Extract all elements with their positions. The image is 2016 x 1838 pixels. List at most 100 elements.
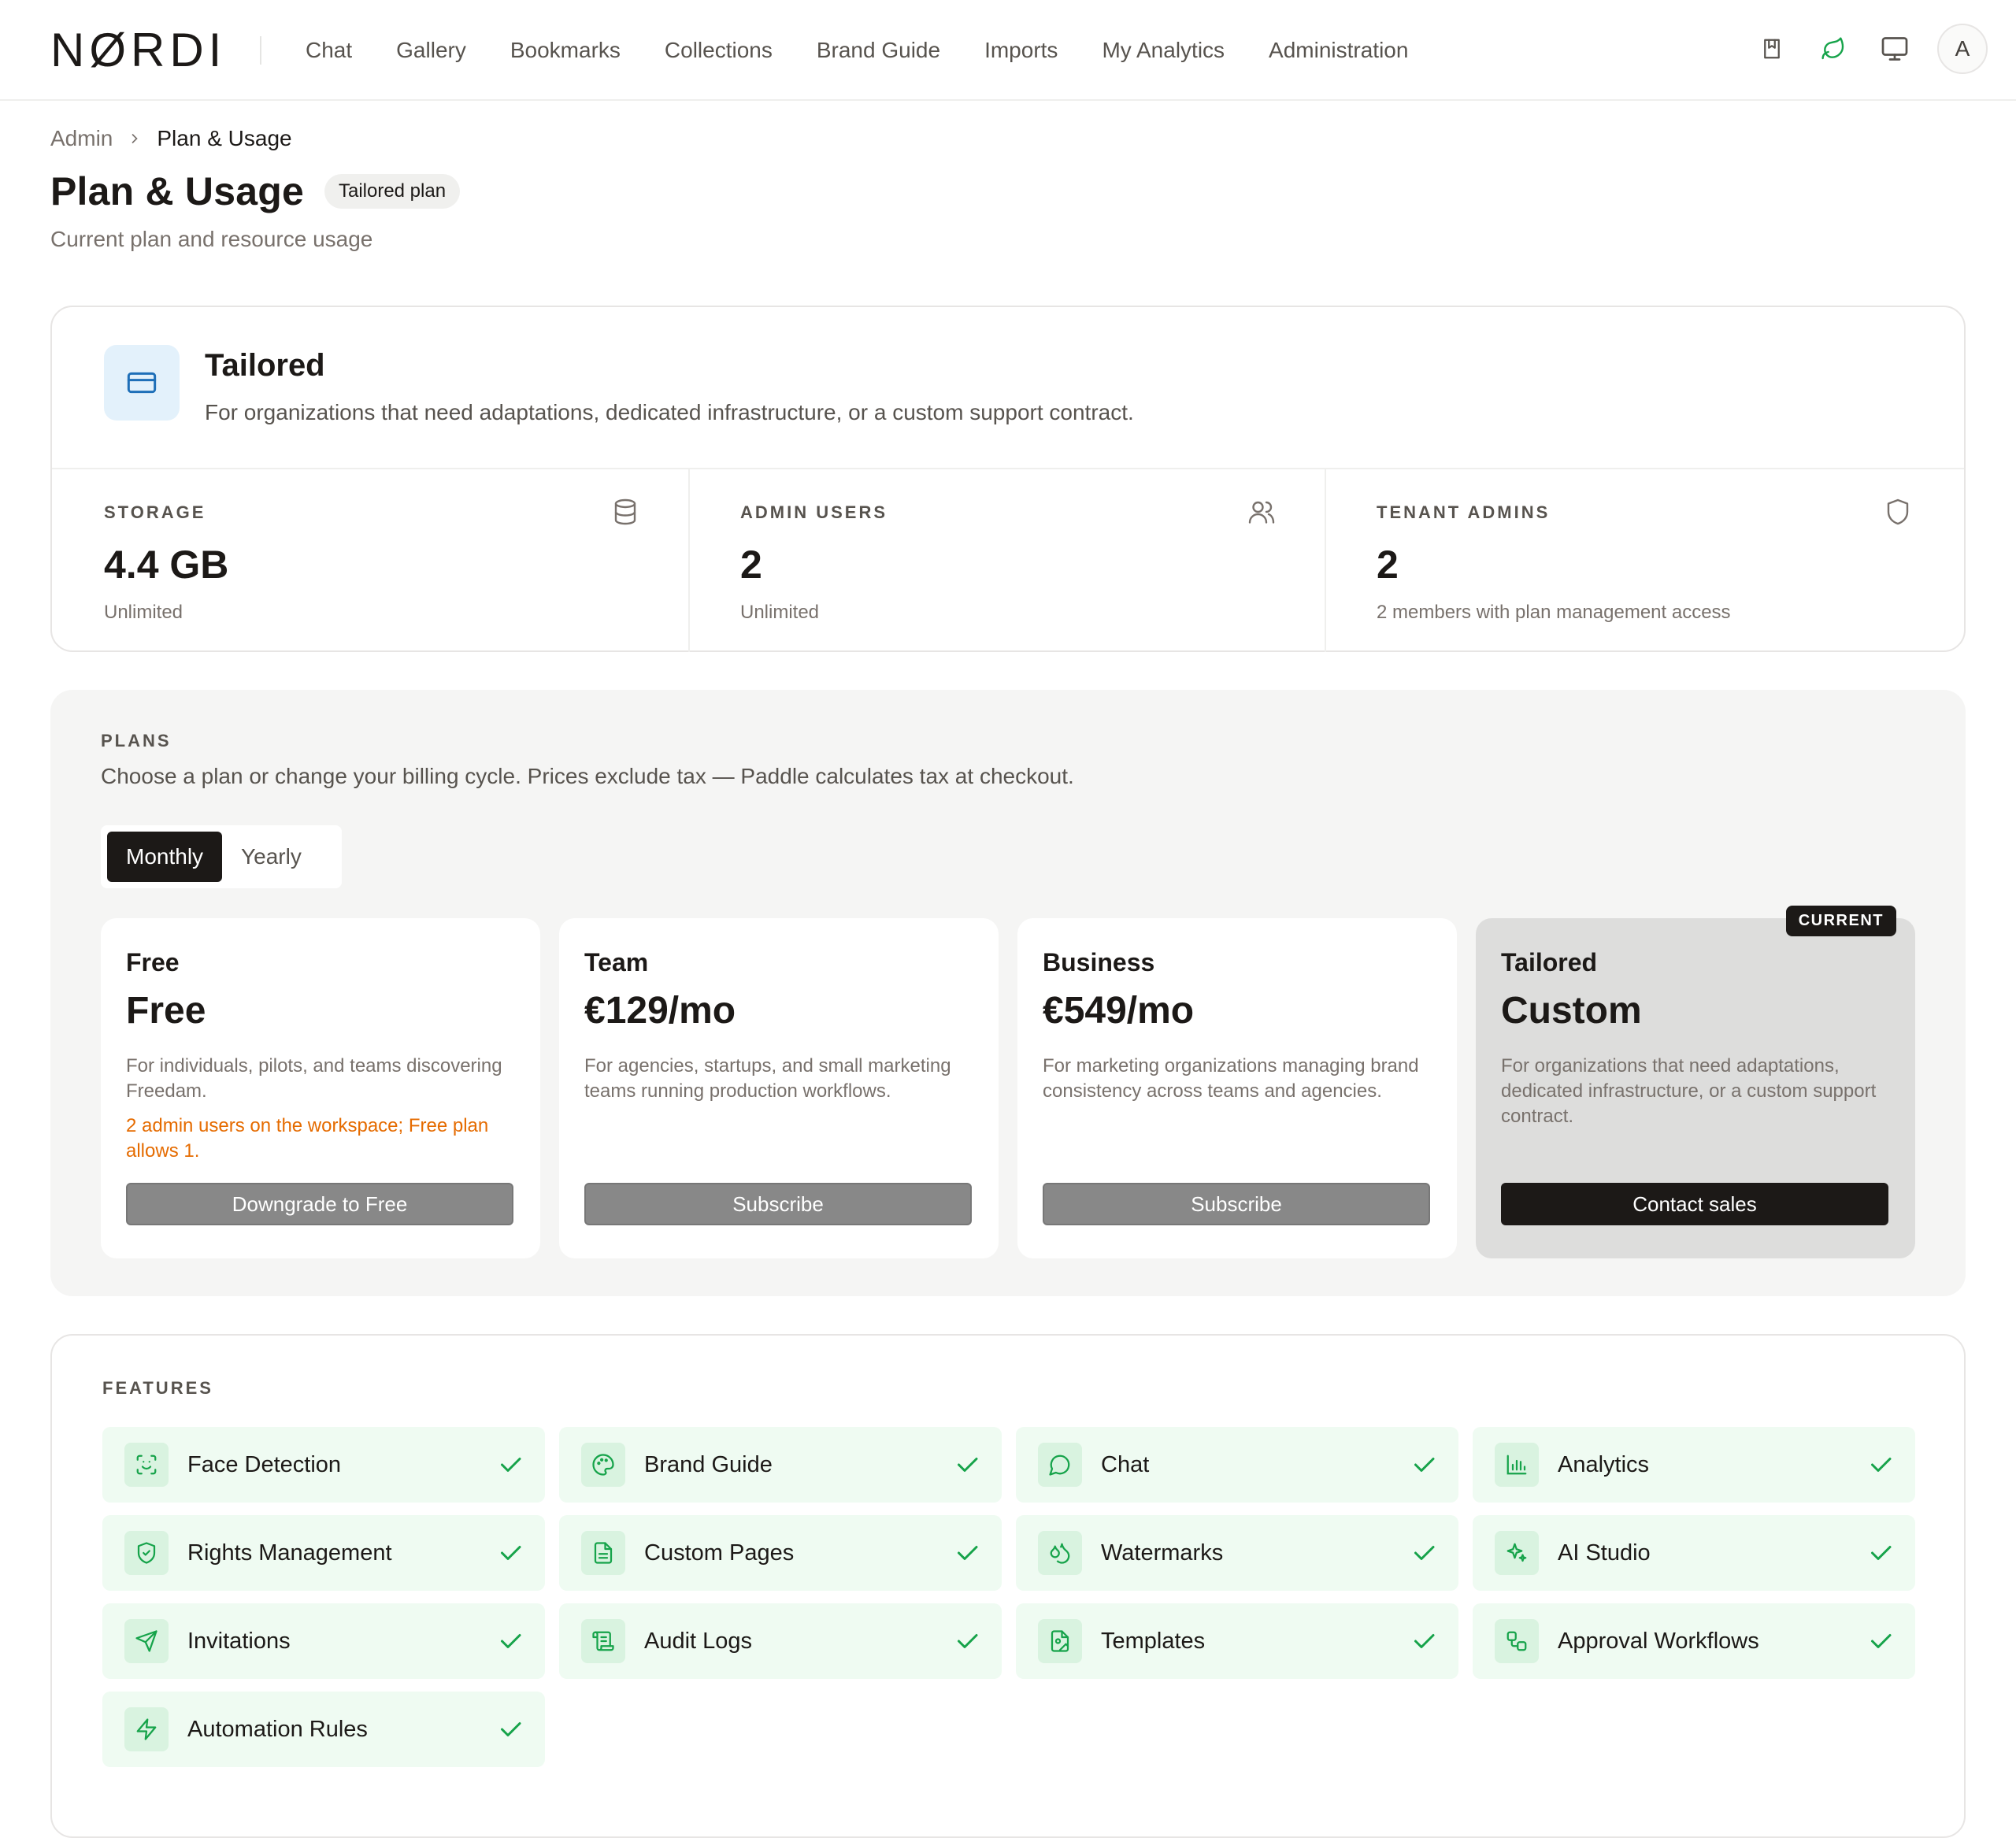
stat-tenant-admins: TENANT ADMINS 2 2 members with plan mana… xyxy=(1325,469,1961,652)
stat-label: TENANT ADMINS xyxy=(1377,502,1551,522)
feature-label: Face Detection xyxy=(187,1451,342,1477)
monitor-icon[interactable] xyxy=(1870,24,1920,74)
plan-name: Team xyxy=(584,948,649,976)
nav-link-collections[interactable]: Collections xyxy=(665,38,773,63)
plan-name: Free xyxy=(126,948,180,976)
plan-card-free: Free Free For individuals, pilots, and t… xyxy=(101,918,540,1258)
cycle-monthly-button[interactable]: Monthly xyxy=(107,832,223,882)
svg-text:NØRDI: NØRDI xyxy=(50,28,226,72)
plan-card-tailored: CURRENT Tailored Custom For organization… xyxy=(1476,906,1915,1258)
feature-label: Brand Guide xyxy=(644,1451,773,1477)
file-image-icon xyxy=(1038,1619,1082,1663)
nav-link-chat[interactable]: Chat xyxy=(306,38,352,63)
check-icon xyxy=(958,1458,978,1472)
feature-ai-studio: AI Studio xyxy=(1473,1515,1915,1591)
feature-chat: Chat xyxy=(1016,1427,1458,1503)
feature-label: Rights Management xyxy=(187,1540,392,1566)
plan-card-business: Business €549/mo For marketing organizat… xyxy=(1017,918,1457,1258)
stat-admin-users: ADMIN USERS 2 Unlimited xyxy=(688,469,1325,652)
feature-analytics: Analytics xyxy=(1473,1427,1915,1503)
check-icon xyxy=(501,1722,521,1736)
leaf-icon[interactable] xyxy=(1808,24,1858,74)
stat-note: Unlimited xyxy=(104,602,183,623)
check-icon xyxy=(958,1546,978,1560)
current-plan-description: For organizations that need adaptations,… xyxy=(205,400,1134,424)
feature-rights-management: Rights Management xyxy=(102,1515,545,1591)
feature-label: Watermarks xyxy=(1101,1540,1224,1566)
stat-value: 2 xyxy=(740,543,762,587)
check-icon xyxy=(1414,1458,1435,1472)
bookmark-book-icon[interactable] xyxy=(1747,24,1797,74)
nav-link-imports[interactable]: Imports xyxy=(984,38,1058,63)
nav-actions: A xyxy=(1736,24,1988,74)
chevron-right-icon xyxy=(127,131,143,146)
feature-label: Analytics xyxy=(1558,1451,1650,1477)
stat-note: 2 members with plan management access xyxy=(1377,602,1731,623)
plan-price: €549/mo xyxy=(1043,990,1195,1032)
user-avatar[interactable]: A xyxy=(1937,24,1988,74)
nav-link-administration[interactable]: Administration xyxy=(1269,38,1408,63)
feature-label: Invitations xyxy=(187,1628,291,1654)
feature-audit-logs: Audit Logs xyxy=(559,1603,1002,1679)
feature-label: Audit Logs xyxy=(644,1628,753,1654)
nav-divider xyxy=(260,36,261,65)
nav-link-my-analytics[interactable]: My Analytics xyxy=(1102,38,1225,63)
feature-templates: Templates xyxy=(1016,1603,1458,1679)
sparkles-icon xyxy=(1495,1531,1539,1575)
nav-link-gallery[interactable]: Gallery xyxy=(396,38,466,63)
palette-icon xyxy=(581,1443,625,1487)
face-scan-icon xyxy=(124,1443,169,1487)
stat-storage: STORAGE 4.4 GB Unlimited xyxy=(52,469,688,652)
scroll-icon xyxy=(581,1619,625,1663)
breadcrumb-admin[interactable]: Admin xyxy=(50,126,113,151)
shield-check-icon xyxy=(124,1531,169,1575)
feature-brand-guide: Brand Guide xyxy=(559,1427,1002,1503)
nordi-logo[interactable]: NØRDI xyxy=(50,28,236,72)
plan-description: For organizations that need adaptations,… xyxy=(1501,1055,1877,1127)
contact-sales-button[interactable]: Contact sales xyxy=(1501,1183,1888,1225)
nav-link-brand-guide[interactable]: Brand Guide xyxy=(817,38,940,63)
current-plan-card: Tailored For organizations that need ada… xyxy=(50,306,1966,652)
nav-link-bookmarks[interactable]: Bookmarks xyxy=(510,38,621,63)
features-section: FEATURES Face Detection Brand Guide Chat… xyxy=(50,1334,1966,1838)
plan-name: Business xyxy=(1043,948,1155,976)
feature-label: Custom Pages xyxy=(644,1540,795,1566)
breadcrumb: Admin Plan & Usage xyxy=(50,126,292,151)
page-subtitle: Current plan and resource usage xyxy=(50,227,373,251)
page-title: Plan & Usage xyxy=(50,169,304,213)
subscribe-business-button[interactable]: Subscribe xyxy=(1043,1183,1430,1225)
subscribe-team-button[interactable]: Subscribe xyxy=(584,1183,972,1225)
feature-invitations: Invitations xyxy=(102,1603,545,1679)
plan-price: Custom xyxy=(1501,990,1642,1032)
workflow-icon xyxy=(1495,1619,1539,1663)
cycle-yearly-button[interactable]: Yearly xyxy=(222,832,321,882)
current-plan-name: Tailored xyxy=(205,348,325,383)
stat-note: Unlimited xyxy=(740,602,820,623)
plan-price: Free xyxy=(126,990,206,1032)
feature-watermarks: Watermarks xyxy=(1016,1515,1458,1591)
top-navigation: NØRDI Chat Gallery Bookmarks Collections… xyxy=(0,0,2016,101)
stat-label: ADMIN USERS xyxy=(740,502,888,522)
shield-icon xyxy=(1887,498,1909,525)
feature-face-detection: Face Detection xyxy=(102,1427,545,1503)
feature-automation-rules: Automation Rules xyxy=(102,1692,545,1767)
feature-label: Templates xyxy=(1101,1628,1206,1654)
plan-description: For marketing organizations managing bra… xyxy=(1043,1055,1419,1102)
check-icon xyxy=(958,1634,978,1648)
plan-price: €129/mo xyxy=(584,990,736,1032)
plan-description: For individuals, pilots, and teams disco… xyxy=(126,1055,502,1102)
feature-label: Approval Workflows xyxy=(1558,1628,1759,1654)
plan-warning: 2 admin users on the workspace; Free pla… xyxy=(126,1115,489,1162)
plan-badge: Tailored plan xyxy=(324,174,461,209)
billing-cycle-toggle: Monthly Yearly xyxy=(101,825,342,888)
file-text-icon xyxy=(581,1531,625,1575)
plans-description: Choose a plan or change your billing cyc… xyxy=(101,764,1074,788)
users-icon xyxy=(1248,501,1275,524)
downgrade-to-free-button[interactable]: Downgrade to Free xyxy=(126,1183,513,1225)
check-icon xyxy=(501,1458,521,1472)
plans-section: PLANS Choose a plan or change your billi… xyxy=(50,690,1966,1296)
bar-chart-icon xyxy=(1495,1443,1539,1487)
feature-label: Chat xyxy=(1101,1451,1150,1477)
credit-card-icon xyxy=(104,345,180,421)
feature-custom-pages: Custom Pages xyxy=(559,1515,1002,1591)
